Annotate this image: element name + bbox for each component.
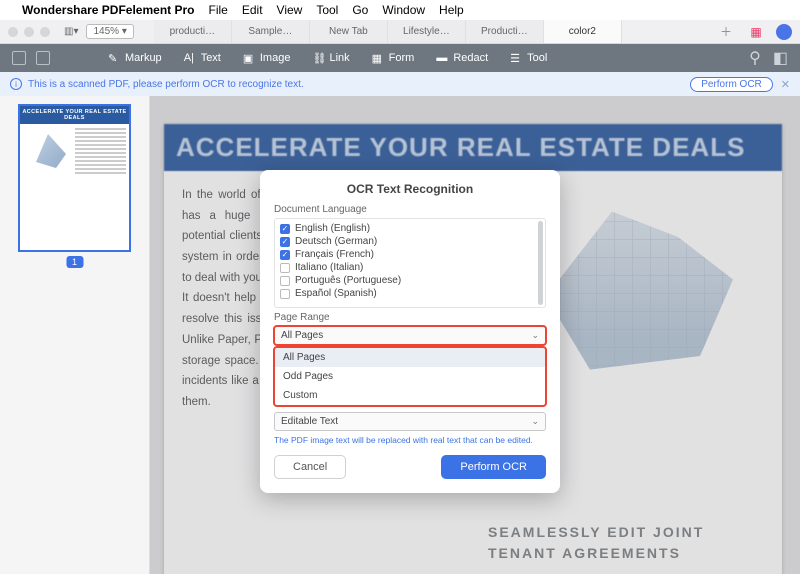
page-thumbnail-1[interactable]: ACCELERATE YOUR REAL ESTATE DEALS 1 bbox=[18, 104, 131, 252]
modal-title: OCR Text Recognition bbox=[274, 182, 546, 196]
lang-english[interactable]: ✓English (English) bbox=[280, 222, 540, 235]
checkbox-icon[interactable]: ✓ bbox=[280, 237, 290, 247]
window-controls[interactable] bbox=[8, 27, 50, 37]
sidebar-toggle-icon[interactable]: ▥▾ bbox=[64, 26, 78, 37]
tab-2[interactable]: New Tab bbox=[310, 20, 388, 43]
close-info-bar[interactable]: ✕ bbox=[781, 78, 790, 91]
thumb-graphic bbox=[28, 130, 68, 170]
thumb-page-number: 1 bbox=[66, 256, 83, 268]
redact-button[interactable]: ▬Redact bbox=[436, 52, 488, 64]
thumbnail-view-icon[interactable] bbox=[12, 51, 26, 65]
output-note: The PDF image text will be replaced with… bbox=[274, 435, 546, 445]
page-range-value: All Pages bbox=[281, 330, 323, 341]
link-button[interactable]: ⛓Link bbox=[312, 52, 349, 64]
minimize-icon[interactable] bbox=[24, 27, 34, 37]
lang-french[interactable]: ✓Français (French) bbox=[280, 248, 540, 261]
tab-0[interactable]: producti… bbox=[154, 20, 232, 43]
main-toolbar: ✎Markup A|Text ▣Image ⛓Link ▦Form ▬Redac… bbox=[0, 44, 800, 72]
info-icon: i bbox=[10, 78, 22, 90]
thumbnail-panel: ACCELERATE YOUR REAL ESTATE DEALS 1 bbox=[0, 96, 150, 574]
panel-toggle-icon[interactable]: ◧ bbox=[773, 48, 788, 68]
language-list[interactable]: ✓English (English) ✓Deutsch (German) ✓Fr… bbox=[274, 218, 546, 308]
checkbox-icon[interactable] bbox=[280, 289, 290, 299]
checkbox-icon[interactable]: ✓ bbox=[280, 250, 290, 260]
titlebar: ▥▾ 145% ▾ producti… Sample… New Tab Life… bbox=[0, 20, 800, 44]
menu-tool[interactable]: Tool bbox=[316, 3, 338, 17]
menu-view[interactable]: View bbox=[277, 3, 303, 17]
page-range-dropdown: All Pages Odd Pages Custom bbox=[274, 347, 546, 406]
form-button[interactable]: ▦Form bbox=[372, 52, 415, 64]
tool-button[interactable]: ☰Tool bbox=[510, 52, 547, 64]
ocr-modal: OCR Text Recognition Document Language ✓… bbox=[260, 170, 560, 493]
range-option-odd[interactable]: Odd Pages bbox=[275, 367, 545, 386]
new-tab-button[interactable]: ＋ bbox=[716, 23, 736, 40]
app-name[interactable]: Wondershare PDFelement Pro bbox=[22, 3, 195, 17]
menu-help[interactable]: Help bbox=[439, 3, 464, 17]
page-subheading: SEAMLESSLY EDIT JOINT TENANT AGREEMENTS bbox=[488, 522, 758, 564]
perform-ocr-banner-button[interactable]: Perform OCR bbox=[690, 77, 773, 92]
page-range-select[interactable]: All Pages ⌄ bbox=[274, 326, 546, 345]
menu-file[interactable]: File bbox=[209, 3, 228, 17]
chevron-down-icon: ⌄ bbox=[531, 416, 539, 427]
chevron-down-icon: ⌄ bbox=[531, 330, 539, 341]
thumb-title: ACCELERATE YOUR REAL ESTATE DEALS bbox=[20, 106, 129, 124]
ocr-info-bar: i This is a scanned PDF, please perform … bbox=[0, 72, 800, 96]
output-type-value: Editable Text bbox=[281, 416, 338, 427]
document-tabs: producti… Sample… New Tab Lifestyle… Pro… bbox=[154, 20, 708, 43]
checkbox-icon[interactable] bbox=[280, 263, 290, 273]
lang-section-label: Document Language bbox=[274, 204, 546, 215]
user-avatar[interactable] bbox=[776, 24, 792, 40]
tab-4[interactable]: Producti… bbox=[466, 20, 544, 43]
lang-spanish[interactable]: Español (Spanish) bbox=[280, 287, 540, 300]
page-hero-heading: ACCELERATE YOUR REAL ESTATE DEALS bbox=[164, 124, 782, 171]
range-option-all[interactable]: All Pages bbox=[275, 348, 545, 367]
perform-ocr-button[interactable]: Perform OCR bbox=[441, 455, 546, 479]
output-type-select[interactable]: Editable Text ⌄ bbox=[274, 412, 546, 431]
menu-window[interactable]: Window bbox=[382, 3, 425, 17]
tab-overview-icon[interactable]: ▦ bbox=[746, 25, 766, 39]
menu-go[interactable]: Go bbox=[352, 3, 368, 17]
lang-german[interactable]: ✓Deutsch (German) bbox=[280, 235, 540, 248]
outline-view-icon[interactable] bbox=[36, 51, 50, 65]
checkbox-icon[interactable] bbox=[280, 276, 290, 286]
text-button[interactable]: A|Text bbox=[184, 52, 221, 64]
tab-5[interactable]: color2 bbox=[544, 20, 622, 43]
lang-portuguese[interactable]: Português (Portuguese) bbox=[280, 274, 540, 287]
range-section-label: Page Range bbox=[274, 312, 546, 323]
tab-1[interactable]: Sample… bbox=[232, 20, 310, 43]
macos-menubar: Wondershare PDFelement Pro File Edit Vie… bbox=[0, 0, 800, 20]
zoom-icon[interactable] bbox=[40, 27, 50, 37]
range-option-custom[interactable]: Custom bbox=[275, 386, 545, 405]
menu-edit[interactable]: Edit bbox=[242, 3, 263, 17]
close-icon[interactable] bbox=[8, 27, 18, 37]
cancel-button[interactable]: Cancel bbox=[274, 455, 346, 479]
zoom-level[interactable]: 145% ▾ bbox=[86, 24, 133, 39]
checkbox-icon[interactable]: ✓ bbox=[280, 224, 290, 234]
tab-3[interactable]: Lifestyle… bbox=[388, 20, 466, 43]
image-button[interactable]: ▣Image bbox=[243, 52, 291, 64]
markup-button[interactable]: ✎Markup bbox=[108, 52, 162, 64]
ocr-info-message: This is a scanned PDF, please perform OC… bbox=[28, 79, 304, 90]
lang-italian[interactable]: Italiano (Italian) bbox=[280, 261, 540, 274]
search-icon[interactable]: ⚲ bbox=[749, 48, 761, 68]
